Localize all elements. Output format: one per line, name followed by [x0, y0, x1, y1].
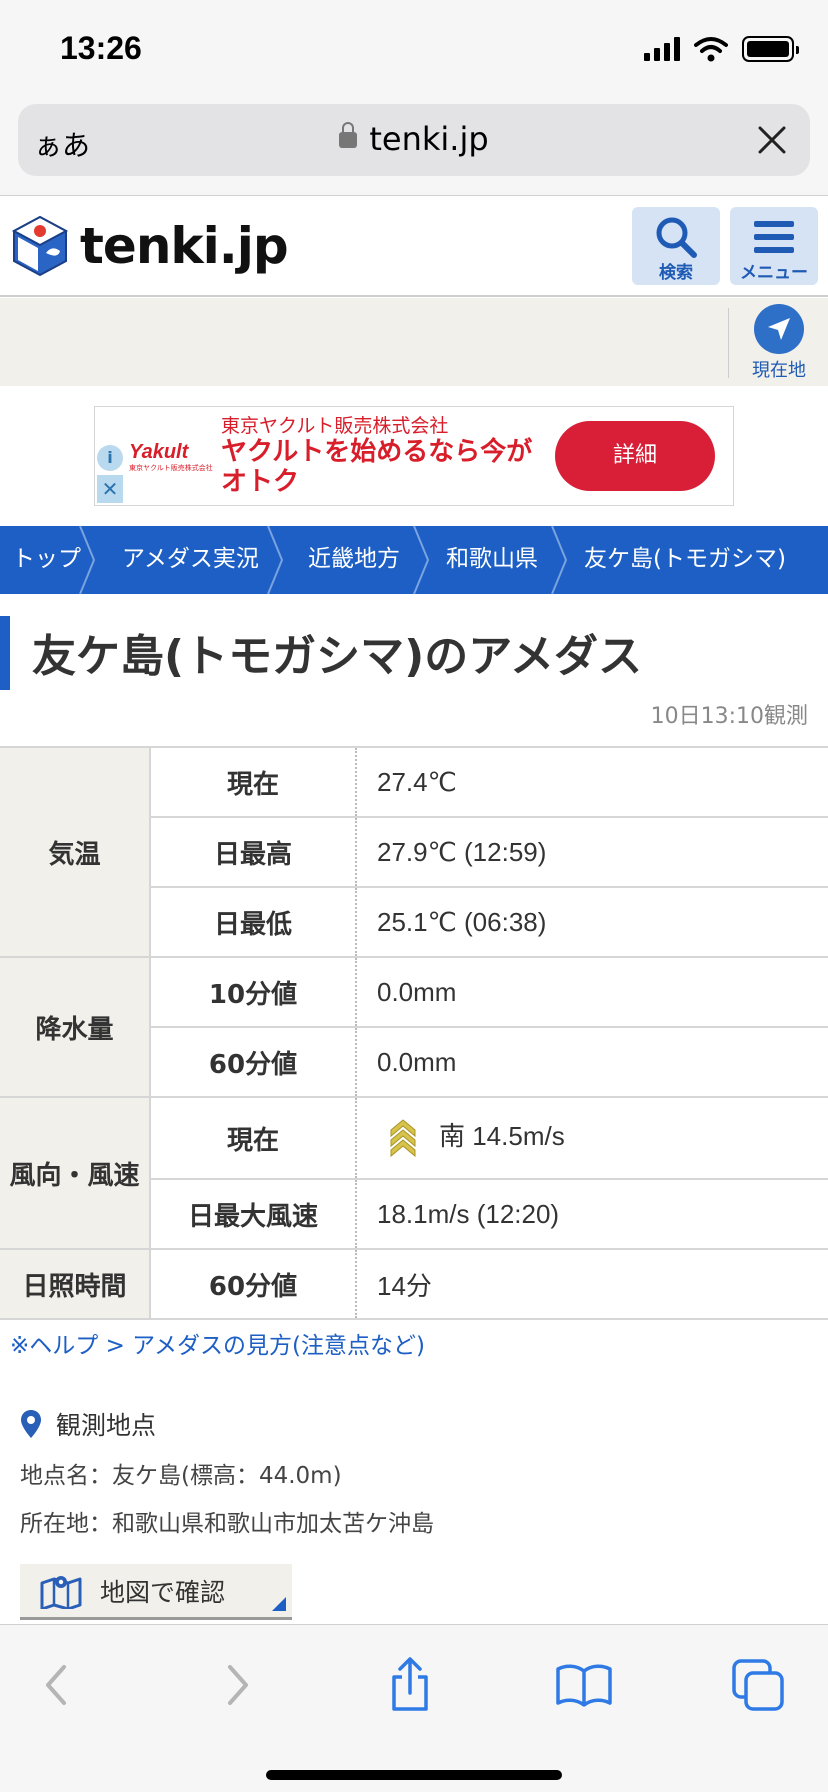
wind-direction-south-icon	[390, 1119, 416, 1158]
category-precipitation: 降水量	[0, 957, 151, 1098]
back-icon[interactable]	[28, 1655, 88, 1715]
row-value: 25.1℃ (06:38)	[356, 887, 828, 958]
breadcrumb-chevron-icon	[413, 526, 430, 594]
corner-triangle-icon	[272, 1597, 286, 1611]
view-map-button[interactable]: 地図で確認	[20, 1564, 292, 1620]
row-value: 南 14.5m/s	[439, 1120, 565, 1151]
row-label: 60分値	[150, 1027, 357, 1098]
status-time: 13:26	[60, 30, 142, 66]
row-label: 日最低	[150, 887, 357, 958]
lock-icon	[339, 122, 358, 148]
ad-copy: ヤクルトを始めるなら今がオトク	[221, 437, 533, 497]
home-indicator	[266, 1770, 562, 1780]
bookmarks-icon[interactable]	[554, 1655, 614, 1715]
category-sunshine: 日照時間	[0, 1249, 151, 1320]
breadcrumb: トップ アメダス実況 近畿地方 和歌山県 友ケ島(トモガシマ)	[0, 526, 828, 594]
amedas-table: 気温 現在 27.4℃ 日最高 27.9℃ (12:59) 日最低 25.1℃ …	[0, 746, 828, 1320]
breadcrumb-item-wakayama[interactable]: 和歌山県	[446, 526, 538, 594]
menu-label: メニュー	[740, 263, 808, 283]
table-row: 日照時間 60分値 14分	[0, 1249, 828, 1320]
ad-brand-sub: 東京ヤクルト販売株式会社	[129, 464, 213, 472]
ad-close-icon[interactable]: ✕	[97, 475, 123, 503]
station-address: 所在地：和歌山県和歌山市加太苫ケ沖島	[20, 1511, 434, 1537]
ad-info-icon[interactable]: i	[97, 445, 123, 471]
hamburger-menu-icon	[754, 221, 794, 253]
row-label: 日最高	[150, 817, 357, 888]
search-button[interactable]: 検索	[632, 207, 720, 285]
current-location-button[interactable]: 現在地	[734, 304, 824, 382]
ad-detail-button[interactable]: 詳細	[555, 421, 715, 491]
navigation-arrow-icon	[754, 304, 804, 354]
row-value: 27.4℃	[356, 746, 828, 818]
title-accent	[0, 616, 10, 690]
search-icon	[656, 217, 697, 258]
page-title: 友ケ島(トモガシマ)のアメダス	[32, 631, 643, 682]
menu-button[interactable]: メニュー	[730, 207, 818, 285]
row-value: 18.1m/s (12:20)	[356, 1179, 828, 1250]
url-field[interactable]: ぁあ tenki.jp	[18, 104, 810, 176]
view-map-label: 地図で確認	[100, 1577, 226, 1607]
row-label: 10分値	[150, 957, 357, 1028]
row-label: 現在	[150, 746, 357, 818]
breadcrumb-item-amedas[interactable]: アメダス実況	[122, 526, 259, 594]
breadcrumb-chevron-icon	[551, 526, 568, 594]
help-link[interactable]: ※ヘルプ > アメダスの見方(注意点など)	[10, 1326, 425, 1360]
category-wind: 風向・風速	[0, 1097, 151, 1250]
row-label: 60分値	[150, 1249, 357, 1320]
cellular-signal-icon	[644, 37, 680, 61]
logo-text: tenki.jp	[80, 217, 289, 275]
row-label: 現在	[150, 1097, 357, 1180]
wifi-icon	[694, 37, 728, 62]
divider	[728, 308, 729, 378]
station-heading: 観測地点	[20, 1406, 156, 1442]
row-value: 0.0mm	[356, 957, 828, 1028]
table-row: 気温 現在 27.4℃	[0, 746, 828, 958]
location-bar: 現在地	[0, 298, 828, 386]
share-icon[interactable]	[380, 1655, 440, 1715]
row-value: 0.0mm	[356, 1027, 828, 1098]
close-icon[interactable]	[752, 120, 792, 160]
breadcrumb-item-kinki[interactable]: 近畿地方	[308, 526, 400, 594]
map-pin-icon	[21, 1410, 41, 1438]
map-icon	[40, 1575, 82, 1609]
station-heading-text: 観測地点	[56, 1411, 157, 1440]
url-text: tenki.jp	[369, 120, 489, 158]
station-name: 地点名：友ケ島(標高：44.0m)	[20, 1463, 342, 1489]
row-value: 14分	[356, 1249, 828, 1320]
site-logo[interactable]: tenki.jp	[10, 213, 289, 279]
table-row: 風向・風速 現在 南 14.5m/s	[0, 1097, 828, 1250]
battery-icon	[742, 36, 799, 62]
tabs-icon[interactable]	[728, 1655, 788, 1715]
wind-current-cell: 南 14.5m/s	[356, 1097, 828, 1180]
breadcrumb-item-top[interactable]: トップ	[12, 526, 81, 594]
ad-brand-logo: Yakult	[129, 441, 189, 463]
browser-toolbar	[0, 1624, 828, 1792]
url-display[interactable]: tenki.jp	[18, 120, 810, 158]
tenki-logo-icon	[11, 215, 69, 277]
row-label: 日最大風速	[150, 1179, 357, 1250]
table-row: 降水量 10分値 0.0mm	[0, 957, 828, 1098]
ad-banner[interactable]: i ✕ Yakult 東京ヤクルト販売株式会社 東京ヤクルト販売株式会社 ヤクル…	[94, 406, 734, 506]
ad-company: 東京ヤクルト販売株式会社	[221, 415, 449, 437]
site-header: tenki.jp 検索 メニュー	[0, 197, 828, 297]
breadcrumb-chevron-icon	[267, 526, 284, 594]
category-temperature: 気温	[0, 746, 151, 958]
observation-time: 10日13:10観測	[650, 704, 808, 729]
status-icons	[644, 36, 799, 62]
row-value: 27.9℃ (12:59)	[356, 817, 828, 888]
address-bar: ぁあ tenki.jp	[0, 96, 828, 196]
status-bar: 13:26	[0, 0, 828, 96]
breadcrumb-chevron-icon	[79, 526, 96, 594]
forward-icon[interactable]	[206, 1655, 266, 1715]
breadcrumb-item-current: 友ケ島(トモガシマ)	[584, 546, 786, 572]
search-label: 検索	[659, 263, 693, 283]
current-location-label: 現在地	[752, 360, 806, 381]
